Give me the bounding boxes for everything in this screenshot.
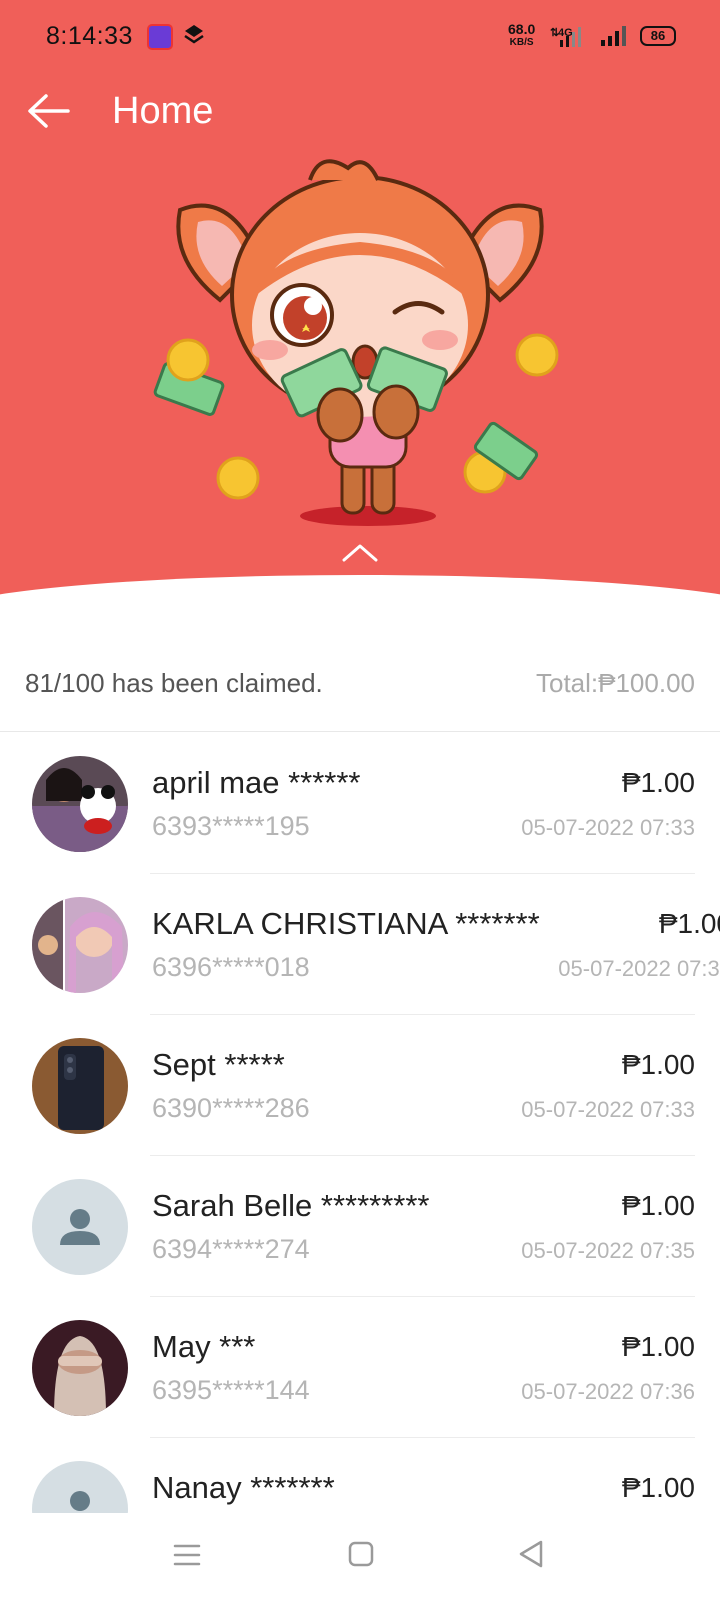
claimant-phone: 6390*****286 <box>152 1093 310 1123</box>
claim-date: 05-07-2022 07:33 <box>521 1097 695 1122</box>
claimant-name: april mae ****** <box>152 765 361 800</box>
network-speed-value: 68.0 <box>508 21 536 37</box>
claim-summary: 81/100 has been claimed. Total:₱100.00 <box>0 640 720 732</box>
claimant-phone: 6396*****018 <box>152 952 310 982</box>
network-speed: 68.0 KB/S <box>508 22 535 50</box>
list-item[interactable]: Nanay ******* ₱1.00 <box>0 1438 720 1513</box>
claimant-name: Sarah Belle ********* <box>152 1188 430 1223</box>
claims-list[interactable]: april mae ****** 6393*****195 ₱1.00 05-0… <box>0 733 720 1513</box>
mascot-illustration <box>153 159 559 526</box>
avatar <box>32 756 128 852</box>
default-user-icon <box>32 1461 128 1513</box>
back-triangle-icon[interactable] <box>517 1539 545 1569</box>
claimant-phone: 6393*****195 <box>152 811 310 841</box>
claimant-phone: 6394*****274 <box>152 1234 310 1264</box>
back-button[interactable] <box>24 86 74 136</box>
claimant-phone: 6395*****144 <box>152 1375 310 1405</box>
home-square-icon[interactable] <box>347 1540 375 1568</box>
claim-date: 05-07-2022 07:33 <box>558 956 720 981</box>
avatar <box>32 897 128 993</box>
default-user-icon <box>32 1179 128 1275</box>
system-nav-bar <box>0 1513 720 1600</box>
list-item[interactable]: Sarah Belle ********* 6394*****274 ₱1.00… <box>0 1156 720 1297</box>
status-time: 8:14:33 <box>46 22 133 50</box>
menu-icon[interactable] <box>173 1542 201 1568</box>
network-type: 4G <box>558 27 573 39</box>
claim-amount: ₱1.00 <box>621 1331 695 1362</box>
app-bar: Home <box>0 72 720 152</box>
list-item[interactable]: KARLA CHRISTIANA ******* 6396*****018 ₱1… <box>0 874 720 1015</box>
status-bar: 8:14:33 68.0 KB/S ⇅ 4G 86 <box>0 0 720 72</box>
page-title: Home <box>112 90 214 132</box>
header-curve <box>0 575 720 610</box>
avatar <box>32 1320 128 1416</box>
list-item[interactable]: Sept ***** 6390*****286 ₱1.00 05-07-2022… <box>0 1015 720 1156</box>
list-item[interactable]: april mae ****** 6393*****195 ₱1.00 05-0… <box>0 733 720 874</box>
claimant-name: KARLA CHRISTIANA ******* <box>152 906 540 941</box>
list-item[interactable]: May *** 6395*****144 ₱1.00 05-07-2022 07… <box>0 1297 720 1438</box>
claim-date: 05-07-2022 07:36 <box>521 1379 695 1404</box>
claim-amount: ₱1.00 <box>621 1190 695 1221</box>
mobile-data-icon: ⇅ 4G <box>550 27 581 47</box>
claimed-count: 81/100 has been claimed. <box>25 668 323 698</box>
network-speed-unit: KB/S <box>509 37 534 48</box>
header-banner: 8:14:33 68.0 KB/S ⇅ 4G 86 Home <box>0 0 720 610</box>
layers-icon <box>184 25 204 44</box>
app-notification-icon <box>147 24 173 50</box>
claimant-name: Nanay ******* <box>152 1470 335 1505</box>
claimant-name: Sept ***** <box>152 1047 285 1082</box>
battery-icon: 86 <box>640 26 676 46</box>
claim-date: 05-07-2022 07:33 <box>521 815 695 840</box>
claim-amount: ₱1.00 <box>621 1472 695 1503</box>
claim-amount: ₱1.00 <box>621 1049 695 1080</box>
total-amount: Total:₱100.00 <box>535 668 695 698</box>
claim-amount: ₱1.00 <box>621 767 695 798</box>
claim-date: 05-07-2022 07:35 <box>521 1238 695 1263</box>
avatar <box>32 1038 128 1134</box>
signal-icon <box>601 26 626 46</box>
claimant-name: May *** <box>152 1329 256 1364</box>
claim-amount: ₱1.00 <box>658 908 720 939</box>
chevron-up-icon[interactable] <box>340 540 380 566</box>
